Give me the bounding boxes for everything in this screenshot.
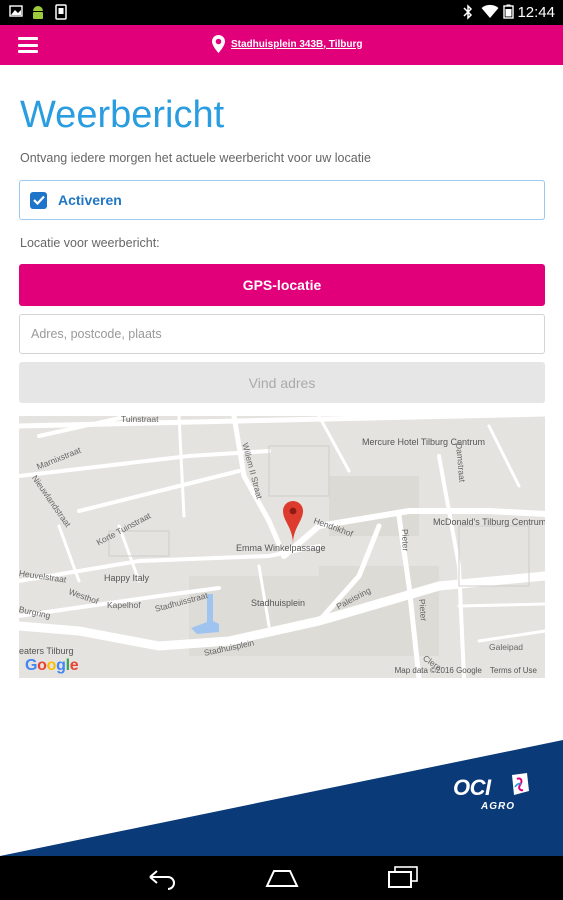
phone-icon [55, 4, 67, 20]
activate-label: Activeren [58, 192, 122, 208]
map-place-stadhuisplein: Stadhuisplein [251, 598, 306, 608]
map-marker[interactable] [283, 501, 303, 544]
street-tuinstraat: Tuinstraat [121, 416, 159, 424]
oci-mark-icon [512, 773, 529, 795]
gallery-icon [9, 5, 23, 17]
back-icon[interactable] [146, 866, 178, 890]
map-place-mcdonalds: McDonald's Tilburg Centrum [433, 517, 545, 527]
oci-logo: OCI [453, 775, 491, 800]
status-bar: 12:44 [0, 0, 563, 25]
checkmark-icon [32, 195, 45, 205]
location-pin-icon [212, 35, 225, 53]
location-link[interactable]: Stadhuisplein 343B, Tilburg [231, 39, 363, 50]
map-place-mercure: Mercure Hotel Tilburg Centrum [362, 437, 486, 447]
terms-link[interactable]: Terms of Use [490, 666, 537, 675]
menu-button[interactable] [18, 37, 38, 53]
activate-checkbox[interactable] [30, 191, 47, 209]
current-location[interactable]: Stadhuisplein 343B, Tilburg [211, 34, 363, 54]
map-place-theaters: eaters Tilburg [19, 646, 74, 656]
google-logo: Google [25, 657, 79, 674]
system-nav-bar [0, 856, 563, 900]
map-attribution: Map data ©2016 Google Terms of Use [394, 666, 537, 675]
find-address-button[interactable]: Vind adres [19, 362, 545, 403]
battery-icon [503, 4, 514, 19]
wifi-icon [481, 4, 499, 18]
recent-apps-icon[interactable] [387, 866, 419, 890]
android-icon [33, 6, 43, 19]
street-pieter: Pieter [400, 528, 411, 552]
activate-toggle[interactable]: Activeren [19, 180, 545, 220]
clock: 12:44 [517, 4, 555, 21]
street-galeipad: Galeipad [489, 642, 524, 652]
page-title: Weerbericht [20, 94, 225, 136]
gps-location-button[interactable]: GPS-locatie [19, 264, 545, 306]
bluetooth-icon [463, 4, 473, 20]
map-place-happy-italy: Happy Italy [104, 573, 150, 583]
address-input[interactable] [19, 314, 545, 354]
map[interactable]: Mercure Hotel Tilburg Centrum McDonald's… [19, 416, 545, 678]
location-label: Locatie voor weerbericht: [20, 236, 160, 250]
oci-logo-sub: AGRO [481, 801, 515, 812]
app-header: Stadhuisplein 343B, Tilburg [0, 25, 563, 65]
street-kapelhof: Kapelhof [107, 600, 141, 610]
home-icon[interactable] [265, 866, 299, 890]
menu-icon [18, 37, 38, 40]
map-place-emma: Emma Winkelpassage [236, 543, 326, 553]
page-subtitle: Ontvang iedere morgen het actuele weerbe… [20, 151, 371, 165]
street-pieter-2: Pieter [417, 598, 429, 622]
